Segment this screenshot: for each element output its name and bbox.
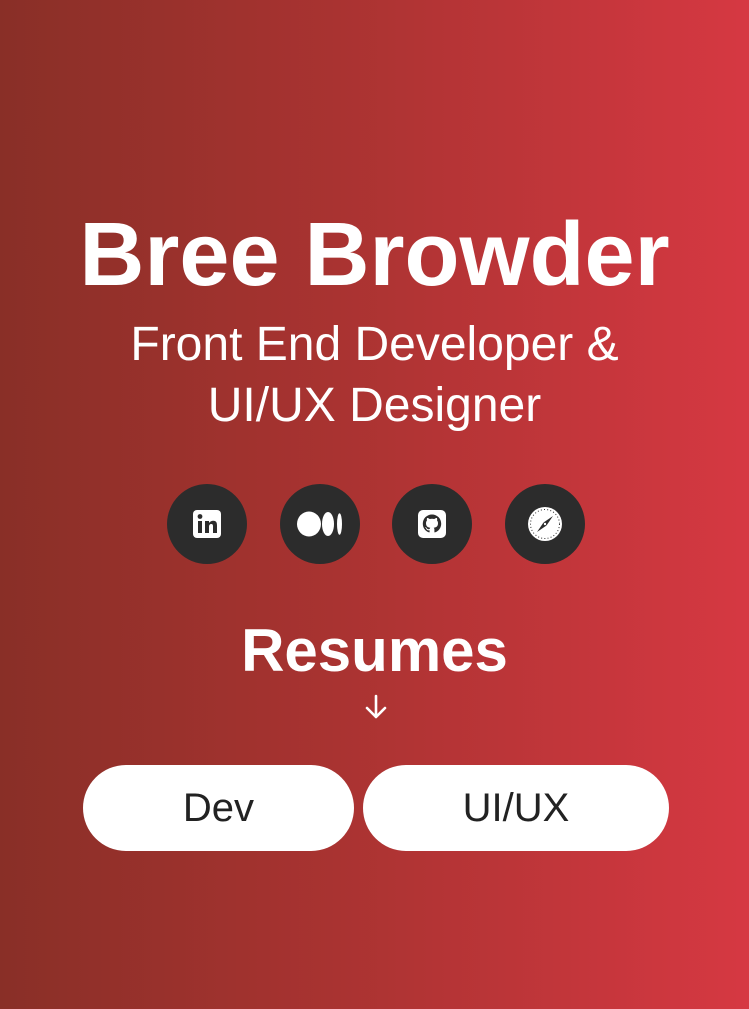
github-icon [418,510,446,538]
uiux-resume-button[interactable]: UI/UX [363,765,669,851]
linkedin-link[interactable] [167,484,247,564]
social-links [0,484,749,564]
subtitle-line-2: UI/UX Designer [207,379,542,432]
website-link[interactable] [505,484,585,564]
arrow-down-icon [365,694,387,719]
medium-link[interactable] [280,484,360,564]
profile-name: Bree Browder [79,205,670,305]
resumes-heading: Resumes [241,617,508,684]
dev-resume-button[interactable]: Dev [83,765,354,851]
subtitle-line-1: Front End Developer & [130,318,619,371]
github-link[interactable] [392,484,472,564]
linkedin-icon [193,510,221,538]
profile-subtitle: Front End Developer & UI/UX Designer [0,314,749,436]
safari-compass-icon [528,507,562,541]
medium-icon [297,511,342,537]
